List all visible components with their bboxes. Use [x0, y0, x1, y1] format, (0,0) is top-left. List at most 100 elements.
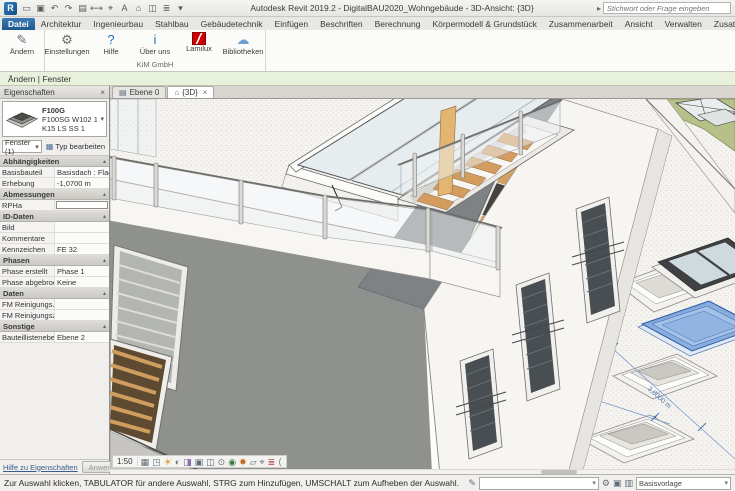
collapse-section-icon[interactable]: ▴: [103, 213, 106, 220]
ribbon-tab[interactable]: Zusatzmodule: [708, 18, 735, 30]
property-value[interactable]: Phase 1: [55, 266, 109, 276]
properties-header[interactable]: Eigenschaften ×: [0, 86, 109, 99]
collapse-section-icon[interactable]: ▴: [103, 158, 106, 165]
ribbon-tab[interactable]: Körpermodell & Grundstück: [426, 18, 542, 30]
element-filter-combo[interactable]: Fenster (1) ▾: [2, 140, 42, 153]
ribbon-tab[interactable]: Berechnung: [369, 18, 427, 30]
collapse-section-icon[interactable]: ▴: [103, 323, 106, 330]
worksets-icon[interactable]: ✎: [468, 478, 476, 489]
collapse-section-icon[interactable]: ▴: [103, 257, 106, 264]
shadows-icon[interactable]: ◐: [175, 456, 180, 468]
measure-icon[interactable]: ⟷: [90, 2, 103, 15]
text-icon[interactable]: A: [118, 2, 131, 15]
view-tab-ebene-0[interactable]: ▤ Ebene 0: [112, 86, 166, 98]
view-tab-bar: ▤ Ebene 0 ⌂ {3D} ×: [110, 86, 735, 99]
displacement-icon[interactable]: ⌖: [260, 456, 265, 468]
property-section-header[interactable]: ID-Daten▴: [0, 211, 109, 222]
type-selector[interactable]: F100G F100SG W102 100 100 K15 LS SS 1 ▾: [2, 101, 107, 137]
crop-view-icon[interactable]: ▣: [195, 456, 204, 468]
model-viewport[interactable]: 1,9200 m 3,6000 m: [110, 99, 735, 474]
property-label: Basisbauteil: [0, 167, 55, 177]
property-section-header[interactable]: Phasen▴: [0, 255, 109, 266]
hide-isolate-icon[interactable]: ◉: [228, 456, 236, 468]
ribbon-tab[interactable]: Ingenieurbau: [87, 18, 149, 30]
property-section-header[interactable]: Sonstige▴: [0, 321, 109, 332]
save-icon[interactable]: ▣: [34, 2, 47, 15]
ribbon-tab[interactable]: Zusammenarbeit: [543, 18, 619, 30]
open-icon[interactable]: ▭: [20, 2, 33, 15]
default-3d-view-icon[interactable]: ⌂: [132, 2, 145, 15]
design-option-combo[interactable]: Basisvorlage▾: [636, 477, 731, 490]
ribbon-tab[interactable]: Gebäudetechnik: [195, 18, 269, 30]
property-label: RPHa: [0, 200, 55, 210]
search-input[interactable]: [603, 2, 731, 14]
design-options-icon[interactable]: ▣: [613, 478, 622, 489]
3d-model-view[interactable]: 1,9200 m 3,6000 m: [110, 99, 735, 474]
property-section-header[interactable]: Daten▴: [0, 288, 109, 299]
property-value[interactable]: [55, 299, 109, 309]
worksets-combo[interactable]: ▾: [479, 477, 599, 490]
locked-3d-view-icon[interactable]: ⊙: [218, 456, 226, 468]
property-value[interactable]: [55, 222, 109, 232]
view-tab-3d[interactable]: ⌂ {3D} ×: [167, 86, 214, 98]
visual-style-icon[interactable]: ◳: [152, 456, 161, 468]
drawing-area: ▤ Ebene 0 ⌂ {3D} ×: [110, 86, 735, 474]
libraries-button[interactable]: ☁ Bibliotheken: [221, 30, 265, 59]
ribbon-tab[interactable]: Stahlbau: [149, 18, 195, 30]
property-value[interactable]: Ebene 2: [55, 332, 109, 342]
panel-label[interactable]: KiM GmbH: [45, 59, 265, 71]
thin-lines-icon[interactable]: ≣: [160, 2, 173, 15]
collapse-section-icon[interactable]: ▴: [103, 191, 106, 198]
scrollbar-thumb[interactable]: [541, 470, 577, 474]
ribbon-tab[interactable]: Einfügen: [269, 18, 315, 30]
edit-type-button[interactable]: ▦ Typ bearbeiten: [44, 141, 107, 152]
collapse-section-icon[interactable]: ▴: [103, 290, 106, 297]
constraints-icon[interactable]: ≣: [268, 456, 276, 468]
collapse-icon[interactable]: ⟨: [278, 456, 282, 468]
settings-button[interactable]: ⚙ Einstellungen: [45, 30, 89, 59]
property-value[interactable]: [55, 310, 109, 320]
toolbar-overflow-icon[interactable]: ▾: [174, 2, 187, 15]
close-icon[interactable]: ×: [100, 88, 105, 97]
editable-only-icon[interactable]: ⚙: [602, 478, 610, 489]
property-value[interactable]: [55, 233, 109, 243]
ribbon-tab[interactable]: Ansicht: [619, 18, 659, 30]
property-value[interactable]: FE 32: [55, 244, 109, 254]
modify-button[interactable]: ✎ Ändern: [0, 30, 44, 59]
horizontal-scrollbar[interactable]: [110, 469, 735, 474]
temporary-view-properties-icon[interactable]: ▱: [250, 456, 257, 468]
section-icon[interactable]: ◫: [146, 2, 159, 15]
redo-icon[interactable]: ↷: [62, 2, 75, 15]
rendering-icon[interactable]: ◨: [183, 456, 192, 468]
help-button[interactable]: ? Hilfe: [89, 30, 133, 59]
reveal-hidden-icon[interactable]: ✸: [239, 456, 247, 468]
property-section-header[interactable]: Abhängigkeiten▴: [0, 156, 109, 167]
property-label: Phase abgebroc...: [0, 277, 55, 287]
ribbon-tab[interactable]: Datei: [2, 18, 35, 30]
sun-path-icon[interactable]: ☀: [164, 456, 172, 468]
crop-region-visibility-icon[interactable]: ◫: [206, 456, 215, 468]
property-section-header[interactable]: Abmessungen▴: [0, 189, 109, 200]
ribbon-tab[interactable]: Beschriften: [314, 18, 369, 30]
ribbon-tab[interactable]: Architektur: [35, 18, 88, 30]
detail-level-icon[interactable]: ▦: [141, 456, 150, 468]
property-value[interactable]: -1,0700 m: [55, 178, 109, 188]
ribbon: ✎ Ändern ⚙ Einstellungen ? Hilfe i Über …: [0, 30, 735, 72]
property-value[interactable]: Keine: [55, 277, 109, 287]
chevron-down-icon[interactable]: ▾: [100, 115, 104, 123]
property-value[interactable]: Basisdach : Flac...: [55, 167, 109, 177]
print-icon[interactable]: ▤: [76, 2, 89, 15]
exclude-options-icon[interactable]: ▥: [624, 478, 633, 489]
tab-close-icon[interactable]: ×: [203, 88, 208, 97]
about-button[interactable]: i Über uns: [133, 30, 177, 59]
undo-icon[interactable]: ↶: [48, 2, 61, 15]
search-expand-icon[interactable]: ▸: [597, 4, 601, 13]
revit-logo[interactable]: R: [4, 2, 17, 15]
property-value[interactable]: [56, 201, 108, 209]
scale-button[interactable]: 1:50: [117, 457, 138, 466]
aligned-dimension-icon[interactable]: ⌖: [104, 2, 117, 15]
properties-help-link[interactable]: Hilfe zu Eigenschaften: [3, 463, 78, 472]
ribbon-tab[interactable]: Verwalten: [659, 18, 708, 30]
property-row: KennzeichenFE 32: [0, 244, 109, 255]
lamilux-button[interactable]: Lamilux: [177, 30, 221, 59]
